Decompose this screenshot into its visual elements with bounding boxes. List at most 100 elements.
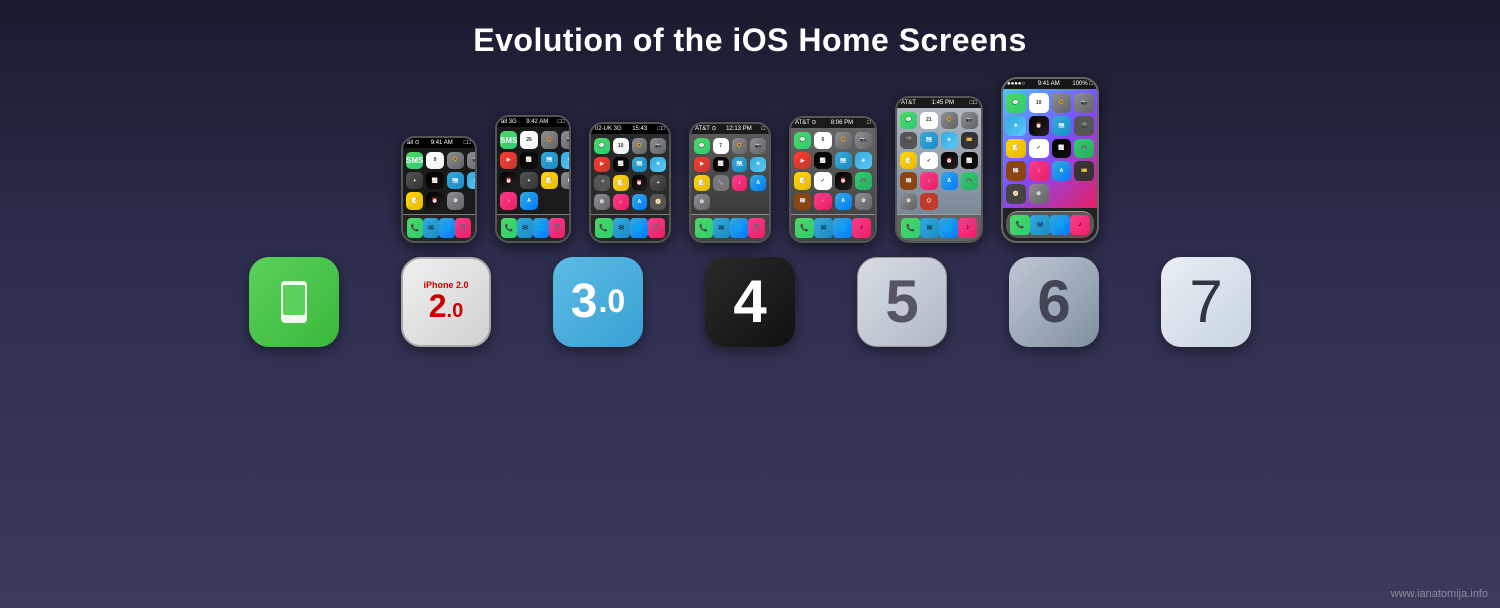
dock-mail-4[interactable]: ✉ (713, 218, 731, 238)
app-cal-7[interactable]: 10 (1029, 93, 1049, 113)
app-yt-5[interactable]: ▶ (794, 152, 811, 169)
app-store-5[interactable]: A (835, 193, 852, 210)
app-photo-7[interactable]: 🌻 (1052, 93, 1072, 113)
ios6-icon[interactable]: 6 (1009, 257, 1099, 347)
app-cal-6[interactable]: 21 (920, 112, 937, 129)
app-calc[interactable]: + (406, 172, 423, 189)
app-cal-3[interactable]: 10 (613, 138, 629, 154)
app-notes-6[interactable]: 📝 (900, 152, 917, 169)
app-cydia-6[interactable]: ⬡ (920, 193, 937, 210)
app-reminder-6[interactable]: ✓ (920, 152, 937, 169)
dock-safari[interactable]: 🌐 (439, 218, 455, 238)
app-clock-3[interactable]: ⏰ (632, 175, 648, 191)
app-util-4[interactable]: 🔧 (713, 175, 729, 191)
app-weather-6[interactable]: ☀ (941, 132, 958, 149)
app-notes-4[interactable]: 📝 (694, 175, 710, 191)
dock-music-5[interactable]: ♪ (852, 218, 871, 238)
app-photo-6[interactable]: 🌻 (941, 112, 958, 129)
app-sms[interactable]: SMS (406, 152, 423, 169)
app-store-2[interactable]: A (520, 192, 537, 209)
app-msg-5[interactable]: 💬 (794, 132, 811, 149)
app-voice-3[interactable]: 🎤 (594, 175, 610, 191)
dock-mail-2[interactable]: ✉ (517, 218, 533, 238)
dock-phone-2[interactable]: 📞 (501, 218, 517, 238)
app-videos-6[interactable]: 🎬 (900, 132, 917, 149)
app-notes-7[interactable]: 📝 (1006, 139, 1026, 159)
app-maps-7[interactable]: 🗺 (1052, 116, 1072, 136)
app-weather-7[interactable]: ☀ (1006, 116, 1026, 136)
app-maps-6[interactable]: 🗺 (920, 132, 937, 149)
ios2-icon[interactable]: iPhone 2.0 2 .0 (401, 257, 491, 347)
app-cal-4[interactable]: 7 (713, 138, 729, 154)
app-cam-5[interactable]: 📷 (855, 132, 872, 149)
app-compass-7[interactable]: 🧭 (1006, 184, 1026, 204)
app-yt-4[interactable]: ▶ (694, 157, 710, 173)
dock-phone-5[interactable]: 📞 (795, 218, 814, 238)
app-cam-3[interactable]: 📷 (650, 138, 666, 154)
app-newsstand-5[interactable]: 📰 (794, 193, 811, 210)
app-msg-7[interactable]: 💬 (1006, 93, 1026, 113)
app-videos-7[interactable]: 🎬 (1074, 116, 1094, 136)
dock-mail-6[interactable]: ✉ (920, 218, 939, 238)
app-photo-4[interactable]: 🌻 (732, 138, 748, 154)
app-yt-2[interactable]: ▶ (500, 152, 517, 169)
app-stocks-7[interactable]: 📈 (1052, 139, 1072, 159)
dock-mail-3[interactable]: ✉ (613, 218, 631, 238)
app-stocks-3[interactable]: 📈 (613, 157, 629, 173)
app-calc-3[interactable]: + (650, 175, 666, 191)
app-photo-5[interactable]: 🌻 (835, 132, 852, 149)
app-msg-3[interactable]: 💬 (594, 138, 610, 154)
dock-safari-6[interactable]: 🌐 (939, 218, 958, 238)
app-itunes-7[interactable]: ♪ (1029, 161, 1049, 181)
app-cam-4[interactable]: 📷 (750, 138, 766, 154)
ios1-icon[interactable] (249, 257, 339, 347)
dock-phone-3[interactable]: 📞 (595, 218, 613, 238)
app-yt-3[interactable]: ▶ (594, 157, 610, 173)
app-stocks[interactable]: 📈 (426, 172, 443, 189)
app-notes-3[interactable]: 📝 (613, 175, 629, 191)
app-settings-7[interactable]: ⚙ (1029, 184, 1049, 204)
ios5-icon[interactable]: 5 (857, 257, 947, 347)
app-clock-2[interactable]: ⏰ (500, 172, 517, 189)
dock-phone[interactable]: 📞 (407, 218, 423, 238)
ios3-icon[interactable]: 3 .0 (553, 257, 643, 347)
app-settings-4[interactable]: ⚙ (694, 194, 710, 210)
app-notes[interactable]: 📝 (406, 192, 423, 209)
app-itunes-3[interactable]: ♪ (613, 194, 629, 210)
app-calc-2[interactable]: + (520, 172, 537, 189)
app-photo-3[interactable]: 🌻 (632, 138, 648, 154)
app-msg-6[interactable]: 💬 (900, 112, 917, 129)
app-itunes-2[interactable]: ♪ (500, 192, 517, 209)
app-passbook-7[interactable]: 🎫 (1074, 161, 1094, 181)
app-itunes-6[interactable]: ♪ (920, 172, 937, 189)
app-store-6[interactable]: A (941, 172, 958, 189)
app-itunes-5[interactable]: ♪ (814, 193, 831, 210)
app-itunes-4[interactable]: ♪ (732, 175, 748, 191)
app-passbook-6[interactable]: 🎫 (961, 132, 978, 149)
app-weather-2[interactable]: ☀ (561, 152, 571, 169)
dock-ipod-4[interactable]: 🎵 (748, 218, 766, 238)
app-store-7[interactable]: A (1052, 161, 1072, 181)
app-compass-3[interactable]: 🧭 (650, 194, 666, 210)
dock-music-6[interactable]: ♪ (958, 218, 977, 238)
dock-safari-2[interactable]: 🌐 (533, 218, 549, 238)
app-settings-6[interactable]: ⚙ (900, 193, 917, 210)
dock-safari-3[interactable]: 🌐 (630, 218, 648, 238)
dock-phone-7[interactable]: 📞 (1010, 215, 1030, 235)
app-photo[interactable]: 🌻 (447, 152, 464, 169)
app-clock-6[interactable]: ⏰ (941, 152, 958, 169)
app-settings-2[interactable]: ⚙ (561, 172, 571, 189)
dock-phone-4[interactable]: 📞 (695, 218, 713, 238)
app-newsstand-7[interactable]: 📰 (1006, 161, 1026, 181)
ios4-icon[interactable]: 4 (705, 257, 795, 347)
app-settings-5[interactable]: ⚙ (855, 193, 872, 210)
app-settings-3[interactable]: ⚙ (594, 194, 610, 210)
dock-ipod-2[interactable]: 🎵 (549, 218, 565, 238)
app-notes-5[interactable]: 📝 (794, 172, 811, 189)
app-cam[interactable]: 📷 (467, 152, 477, 169)
app-msg-4[interactable]: 💬 (694, 138, 710, 154)
app-clock[interactable]: ⏰ (426, 192, 443, 209)
app-clock-5[interactable]: ⏰ (835, 172, 852, 189)
app-photo-2[interactable]: 🌻 (541, 131, 558, 148)
app-cal-5[interactable]: 6 (814, 132, 831, 149)
